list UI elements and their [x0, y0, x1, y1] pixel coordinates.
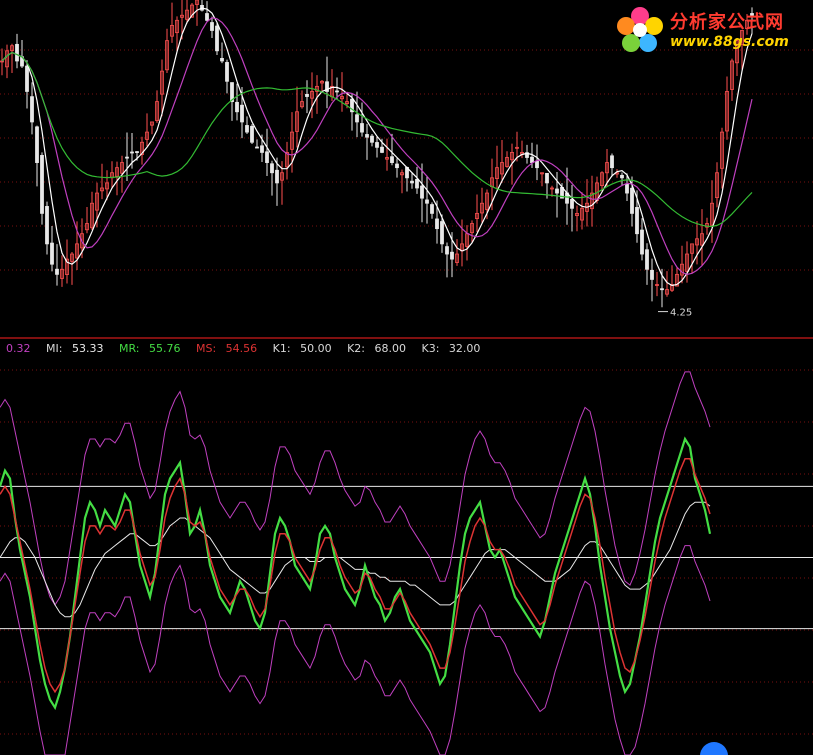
candle-body — [30, 96, 34, 123]
candle-body — [410, 180, 414, 184]
watermark-title: 分析家公式网 — [670, 12, 784, 33]
candle-body — [260, 145, 264, 153]
candle-body — [440, 221, 444, 245]
candle-body — [640, 229, 644, 255]
legend-item-k1: K1: 50.00 — [272, 342, 332, 355]
candle-body — [245, 125, 249, 133]
legend-item-lead: 0.32 — [6, 342, 31, 355]
candle-body — [610, 155, 614, 169]
legend-item-k2: K2: 68.00 — [347, 342, 406, 355]
flower-logo-icon — [617, 7, 663, 52]
lower-band-line — [0, 545, 711, 755]
candle-body — [555, 188, 559, 194]
candle-body — [215, 25, 219, 52]
candle-body — [635, 207, 639, 235]
candle-body — [240, 104, 244, 123]
candle-body — [250, 125, 254, 143]
oscillator-grid — [0, 369, 813, 735]
legend-item-mr: MR: 55.76 — [118, 342, 181, 355]
legend-item-k3: K3: 32.00 — [421, 342, 481, 355]
candle-body — [380, 146, 384, 153]
candle-body — [370, 135, 374, 143]
candle-body — [265, 151, 269, 163]
candle-body — [130, 151, 134, 154]
watermark-url: www.88gs.com — [670, 34, 789, 50]
candle-body — [375, 142, 379, 148]
price-low-label: 4.25 — [670, 308, 692, 319]
candle-body — [335, 90, 339, 93]
candle-body — [45, 206, 49, 245]
candle-body — [415, 178, 419, 189]
candle-body — [645, 249, 649, 270]
candle-body — [395, 163, 399, 169]
price-low-marker: 4.25 — [658, 308, 692, 319]
legend-item-ms: MS: 54.56 — [195, 342, 258, 355]
candle-body — [220, 58, 224, 62]
candle-body — [125, 156, 129, 159]
candle-body — [435, 218, 439, 230]
candle-body — [35, 126, 39, 163]
candle-body — [25, 65, 29, 92]
candle-body — [630, 187, 634, 214]
candle-body — [225, 62, 229, 82]
candle-body — [530, 156, 534, 163]
candle-body — [650, 269, 654, 280]
candle-body — [425, 199, 429, 204]
candle-body — [235, 101, 239, 113]
candle-body — [305, 94, 309, 97]
candle-body — [355, 114, 359, 123]
candle-body — [535, 160, 539, 169]
candle-body — [450, 251, 454, 260]
candle-body — [620, 174, 624, 179]
candle-body — [275, 169, 279, 184]
candle-body — [390, 156, 394, 163]
candle-body — [15, 43, 19, 62]
candle-body — [205, 13, 209, 21]
indicator-legend: 0.32 MI: 53.33 MR: 55.76 MS: 54.56 K1: 5… — [0, 340, 492, 358]
candle-body — [660, 288, 664, 291]
candle-body — [570, 198, 574, 209]
chart-root: 4.25 0.32 MI: 53.33 MR: 55.76 MS: 54.56 … — [0, 0, 813, 755]
candle-body — [445, 246, 449, 255]
candle-body — [420, 185, 424, 199]
candle-body — [360, 123, 364, 133]
candle-body — [365, 134, 369, 138]
candle-body — [255, 146, 259, 149]
candle-body — [545, 172, 549, 184]
watermark-logo: 分析家公式网 www.88gs.com — [612, 4, 812, 56]
stock-chart: 4.25 — [0, 0, 813, 755]
candle-body — [270, 163, 274, 174]
candle-body — [210, 22, 214, 31]
candle-body — [625, 183, 629, 194]
candle-body — [50, 242, 54, 265]
oscillator-lines — [0, 371, 712, 755]
mi-line — [0, 501, 711, 618]
legend-item-mi: MI: 53.33 — [46, 342, 104, 355]
candle-body — [40, 155, 44, 214]
candle-body — [55, 268, 59, 275]
candle-body — [430, 204, 434, 214]
candle-body — [135, 151, 139, 153]
